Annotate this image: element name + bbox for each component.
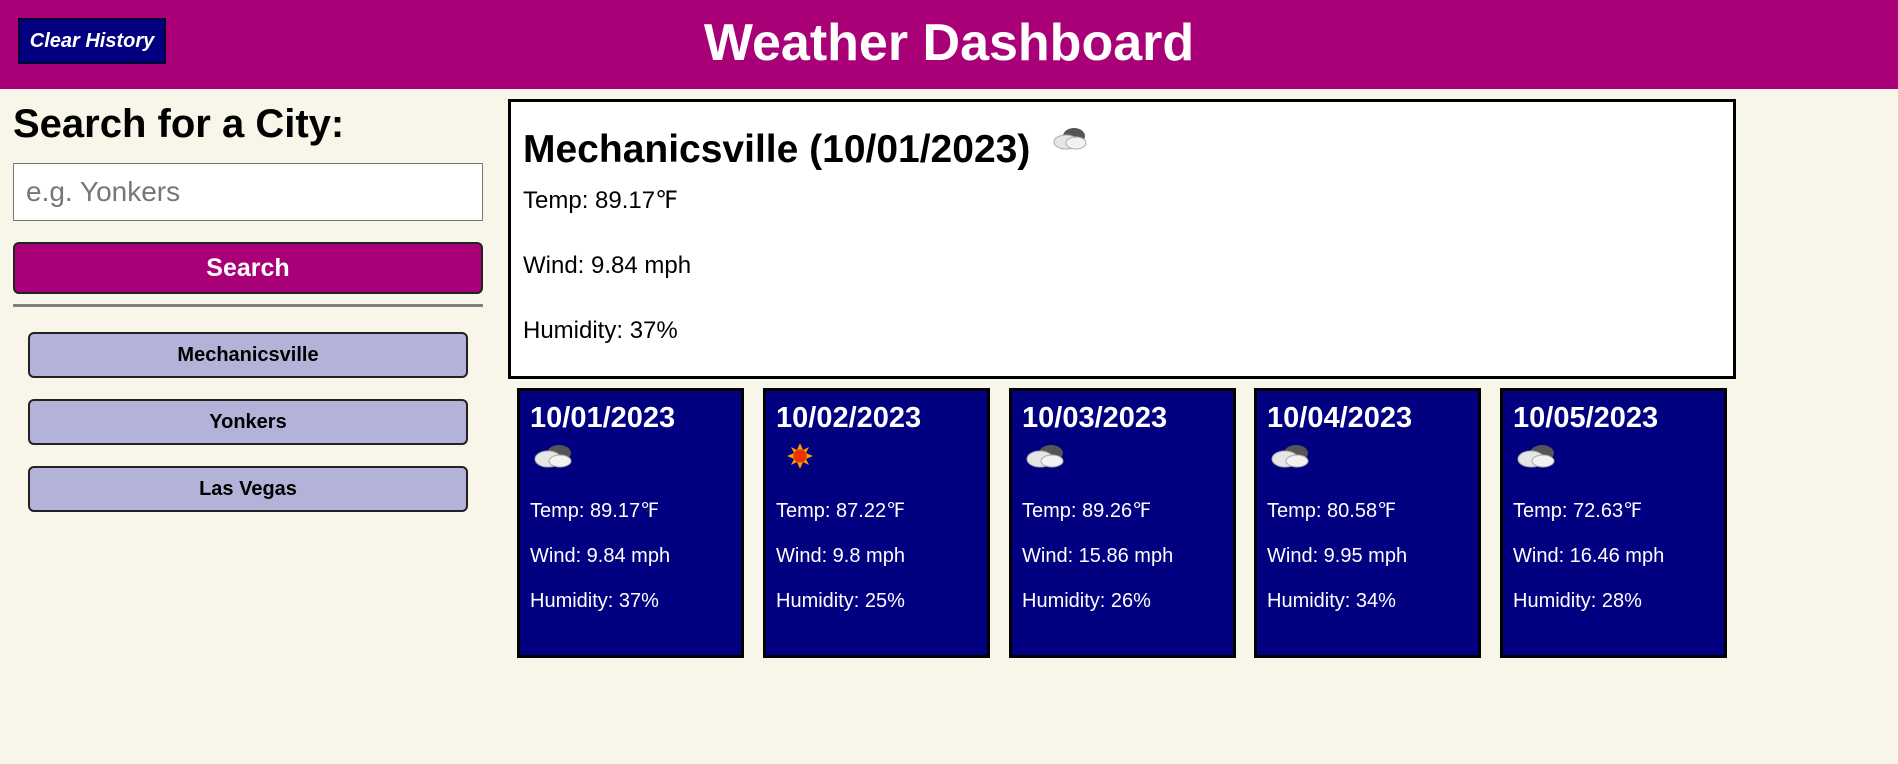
search-button[interactable]: Search	[13, 242, 483, 294]
current-city-date: Mechanicsville (10/01/2023)	[523, 128, 1031, 171]
search-history-list: Mechanicsville Yonkers Las Vegas	[28, 332, 483, 512]
forecast-humidity: Humidity: 34%	[1267, 590, 1396, 612]
forecast-date: 10/02/2023	[776, 402, 922, 434]
forecast-temp: Temp: 89.17℉	[530, 500, 660, 522]
cloud-icon	[530, 439, 731, 479]
forecast-date: 10/03/2023	[1022, 402, 1168, 434]
forecast-humidity: Humidity: 37%	[530, 590, 659, 612]
forecast-humidity: Humidity: 25%	[776, 590, 905, 612]
cloud-icon	[1513, 439, 1714, 479]
cloud-icon	[1048, 118, 1092, 166]
forecast-temp: Temp: 89.26℉	[1022, 500, 1152, 522]
current-temp: Temp: 89.17℉	[523, 187, 678, 215]
forecast-wind: Wind: 9.8 mph	[776, 545, 905, 567]
forecast-humidity: Humidity: 26%	[1022, 590, 1151, 612]
history-item-las-vegas[interactable]: Las Vegas	[28, 466, 468, 512]
search-heading: Search for a City:	[13, 102, 345, 146]
current-weather-panel: Mechanicsville (10/01/2023) Temp: 89.17℉…	[508, 99, 1736, 379]
history-item-yonkers[interactable]: Yonkers	[28, 399, 468, 445]
city-search-input[interactable]	[13, 163, 483, 221]
divider	[13, 304, 483, 307]
forecast-wind: Wind: 15.86 mph	[1022, 545, 1174, 567]
search-sidebar: Search for a City: Search Mechanicsville…	[13, 100, 483, 533]
current-weather-title: Mechanicsville (10/01/2023)	[523, 126, 1721, 174]
forecast-temp: Temp: 87.22℉	[776, 500, 906, 522]
forecast-card: 10/01/2023 Temp: 89.17℉ Wind: 9.84 mph H…	[517, 388, 744, 658]
forecast-wind: Wind: 16.46 mph	[1513, 545, 1665, 567]
forecast-card: 10/02/2023 Temp: 87.22℉ Wind: 9.8 mph Hu…	[763, 388, 990, 658]
current-humidity: Humidity: 37%	[523, 317, 678, 344]
forecast-wind: Wind: 9.84 mph	[530, 545, 671, 567]
cloud-icon	[1022, 439, 1223, 479]
forecast-date: 10/01/2023	[530, 402, 676, 434]
clear-history-button[interactable]: Clear History	[18, 18, 166, 64]
forecast-card: 10/05/2023 Temp: 72.63℉ Wind: 16.46 mph …	[1500, 388, 1727, 658]
forecast-date: 10/04/2023	[1267, 402, 1413, 434]
history-item-mechanicsville[interactable]: Mechanicsville	[28, 332, 468, 378]
forecast-humidity: Humidity: 28%	[1513, 590, 1642, 612]
forecast-row: 10/01/2023 Temp: 89.17℉ Wind: 9.84 mph H…	[517, 388, 1737, 658]
forecast-card: 10/03/2023 Temp: 89.26℉ Wind: 15.86 mph …	[1009, 388, 1236, 658]
forecast-date: 10/05/2023	[1513, 402, 1659, 434]
current-wind: Wind: 9.84 mph	[523, 252, 692, 279]
forecast-temp: Temp: 80.58℉	[1267, 500, 1397, 522]
header-bar: Weather Dashboard Clear History	[0, 0, 1898, 89]
page-title: Weather Dashboard	[703, 14, 1195, 72]
forecast-wind: Wind: 9.95 mph	[1267, 545, 1408, 567]
cloud-icon	[1267, 439, 1468, 479]
forecast-card: 10/04/2023 Temp: 80.58℉ Wind: 9.95 mph H…	[1254, 388, 1481, 658]
sun-icon	[776, 439, 977, 479]
forecast-temp: Temp: 72.63℉	[1513, 500, 1643, 522]
